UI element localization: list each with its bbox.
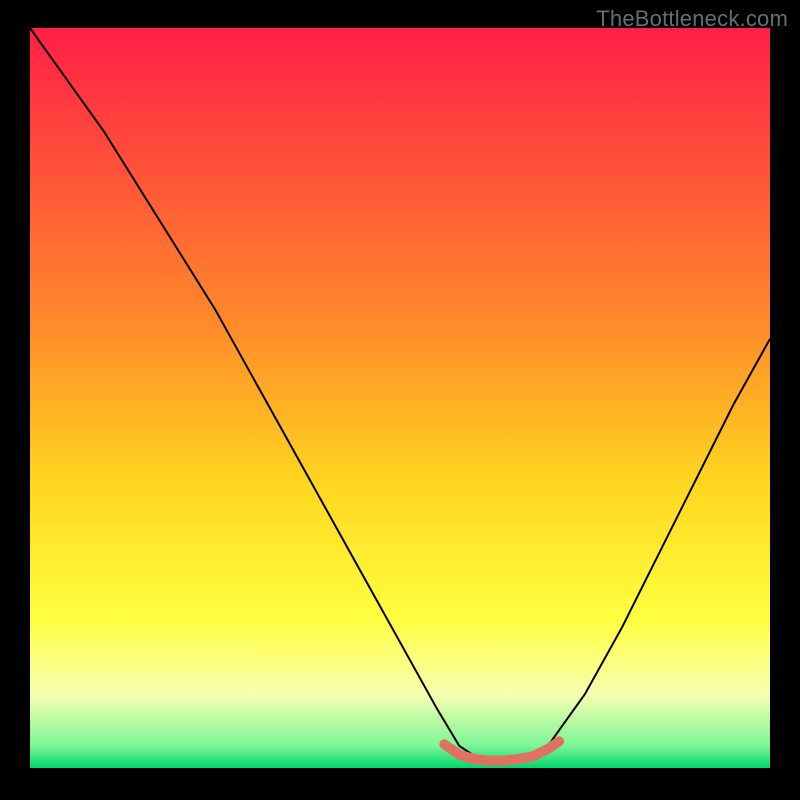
watermark-text: TheBottleneck.com (596, 6, 788, 32)
chart-svg (30, 28, 770, 768)
chart-container (30, 28, 770, 768)
gradient-background (30, 28, 770, 768)
